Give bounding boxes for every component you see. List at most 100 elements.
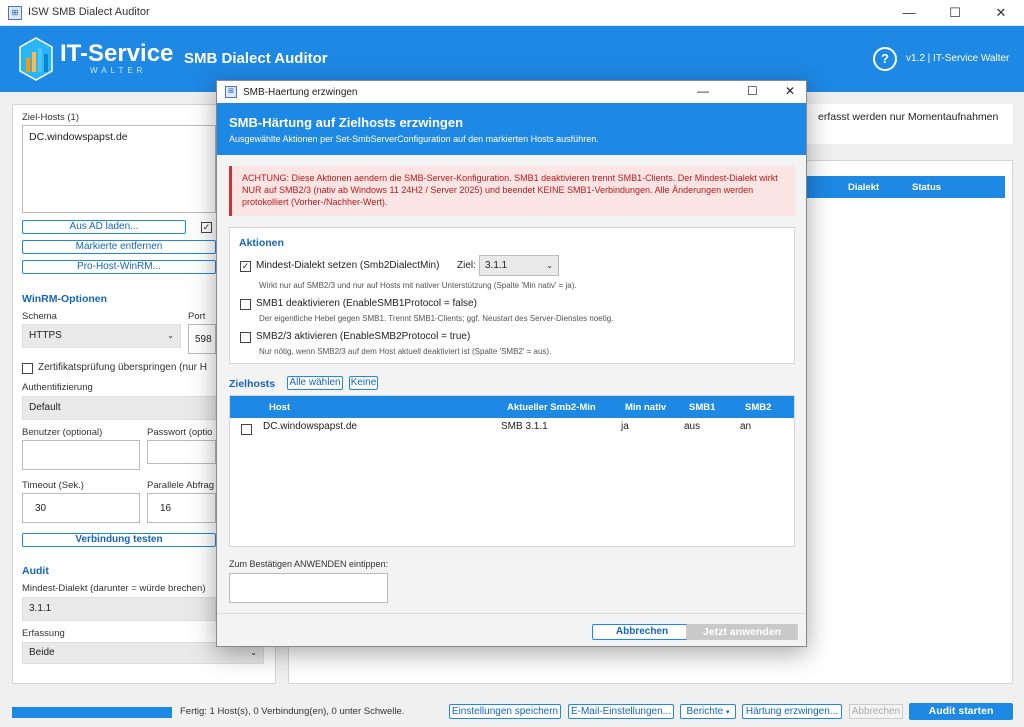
- chevron-down-icon: ⌄: [167, 331, 174, 340]
- parallel-label: Parallele Abfrag: [147, 480, 215, 491]
- action-smb2-enable-checkbox[interactable]: [240, 332, 251, 343]
- app-title: SMB Dialect Auditor: [184, 50, 328, 67]
- row-host: DC.windowspapst.de: [263, 421, 357, 432]
- target-dialect-select[interactable]: 3.1.1 ⌄: [479, 255, 559, 276]
- progress-bar: [12, 707, 172, 718]
- results-header: [807, 176, 1005, 198]
- password-field[interactable]: [147, 440, 216, 464]
- help-icon[interactable]: ?: [873, 47, 897, 71]
- row-current-min: SMB 3.1.1: [501, 421, 548, 432]
- action-smb2-enable-hint: Nur nötig, wenn SMB2/3 auf dem Host aktu…: [259, 347, 552, 356]
- dialog-titlebar: ⊞ SMB-Haertung erzwingen — ☐ ✕: [217, 81, 806, 103]
- dialog-header: SMB-Härtung auf Zielhosts erzwingen Ausg…: [217, 103, 806, 155]
- schema-select[interactable]: HTTPS ⌄: [22, 324, 181, 348]
- col-min-native[interactable]: Min nativ: [625, 402, 666, 413]
- dialog-app-icon: ⊞: [225, 86, 237, 98]
- row-min-native: ja: [621, 421, 629, 432]
- status-text: Fertig: 1 Host(s), 0 Verbindung(en), 0 u…: [180, 706, 405, 717]
- action-min-dialect-hint: Wirkt nur auf SMB2/3 und nur auf Hosts m…: [259, 281, 577, 290]
- version-label: v1.2 | IT-Service Walter: [906, 53, 1010, 64]
- port-label: Port: [188, 311, 206, 322]
- cert-skip-label: Zertifikatsprüfung überspringen (nur H: [38, 362, 207, 373]
- per-host-winrm-button[interactable]: Pro-Host-WinRM...: [22, 260, 216, 274]
- logo-text: IT-Service: [60, 40, 174, 67]
- reports-button[interactable]: Berichte ▾: [680, 704, 736, 719]
- winrm-options-title: WinRM-Optionen: [22, 293, 108, 305]
- action-smb1-disable-hint: Der eigentliche Hebel gegen SMB1. Trennt…: [259, 314, 614, 323]
- timeout-field[interactable]: 30: [22, 493, 140, 523]
- logo-subtext: WALTER: [90, 66, 147, 75]
- auth-label: Authentifizierung: [22, 382, 93, 393]
- window-titlebar: ⊞ ISW SMB Dialect Auditor — ☐ ✕: [0, 0, 1024, 26]
- row-checkbox[interactable]: [241, 424, 252, 435]
- user-field[interactable]: [22, 440, 140, 470]
- capture-label: Erfassung: [22, 628, 65, 639]
- actions-panel: [229, 227, 795, 364]
- audit-title: Audit: [22, 565, 49, 577]
- select-none-button[interactable]: Keine: [349, 376, 378, 390]
- password-label: Passwort (optio: [147, 427, 213, 438]
- load-from-ad-button[interactable]: Aus AD laden...: [22, 220, 186, 234]
- user-label: Benutzer (optional): [22, 427, 103, 438]
- confirm-label: Zum Bestätigen ANWENDEN eintippen:: [229, 559, 389, 569]
- action-min-dialect-label: Mindest-Dialekt setzen (Smb2DialectMin): [256, 260, 440, 271]
- timeout-label: Timeout (Sek.): [22, 480, 84, 491]
- min-dialect-select[interactable]: 3.1.1: [22, 597, 216, 621]
- action-smb1-disable-checkbox[interactable]: [240, 299, 251, 310]
- dialog-cancel-button[interactable]: Abbrechen: [592, 624, 692, 640]
- hosts-label: Ziel-Hosts (1): [22, 112, 80, 123]
- action-smb2-enable-label: SMB2/3 aktivieren (EnableSMB2Protocol = …: [256, 331, 471, 342]
- schema-value: HTTPS: [29, 330, 62, 341]
- target-hosts-title: Zielhosts: [229, 378, 276, 390]
- hardening-dialog: ⊞ SMB-Haertung erzwingen — ☐ ✕ SMB-Härtu…: [216, 80, 807, 647]
- email-settings-button[interactable]: E-Mail-Einstellungen...: [568, 704, 674, 719]
- confirm-input[interactable]: [229, 573, 388, 603]
- col-smb1[interactable]: SMB1: [689, 402, 715, 413]
- port-field[interactable]: 598: [188, 324, 216, 354]
- dialog-minimize-icon[interactable]: —: [697, 84, 709, 98]
- app-icon: ⊞: [8, 6, 22, 20]
- min-dialect-label: Mindest-Dialekt (darunter = würde breche…: [22, 583, 206, 594]
- close-icon[interactable]: ✕: [978, 0, 1024, 26]
- target-label: Ziel:: [457, 260, 476, 271]
- capture-value: Beide: [29, 647, 55, 658]
- col-smb2[interactable]: SMB2: [745, 402, 771, 413]
- dropdown-arrow-icon: ▾: [725, 709, 730, 716]
- select-all-button[interactable]: Alle wählen: [287, 376, 343, 390]
- action-min-dialect-checkbox[interactable]: ✓: [240, 261, 251, 272]
- minimize-icon[interactable]: —: [886, 0, 932, 26]
- maximize-icon[interactable]: ☐: [932, 0, 978, 26]
- cert-skip-checkbox[interactable]: [22, 363, 33, 374]
- actions-title: Aktionen: [239, 237, 284, 249]
- dialog-subheading: Ausgewählte Aktionen per Set-SmbServerCo…: [229, 134, 599, 144]
- col-current-min[interactable]: Aktueller Smb2-Min: [507, 402, 596, 413]
- parallel-field[interactable]: 16: [147, 493, 216, 523]
- dialog-divider: [217, 613, 806, 614]
- hosts-list[interactable]: DC.windowspapst.de: [22, 125, 216, 213]
- dialog-maximize-icon[interactable]: ☐: [747, 84, 758, 98]
- dialog-close-icon[interactable]: ✕: [785, 84, 795, 98]
- enforce-hardening-button[interactable]: Härtung erzwingen...: [742, 704, 842, 719]
- apply-now-button[interactable]: Jetzt anwenden: [686, 624, 798, 640]
- auth-select[interactable]: Default: [22, 396, 216, 420]
- save-settings-button[interactable]: Einstellungen speichern: [449, 704, 561, 719]
- col-host[interactable]: Host: [269, 402, 290, 413]
- col-status[interactable]: Status: [912, 182, 941, 193]
- reports-label: Berichte: [686, 706, 724, 717]
- action-smb1-disable-label: SMB1 deaktivieren (EnableSMB1Protocol = …: [256, 298, 477, 309]
- test-connection-button[interactable]: Verbindung testen: [22, 533, 216, 547]
- cancel-button[interactable]: Abbrechen: [849, 704, 903, 719]
- schema-label: Schema: [22, 311, 57, 322]
- info-text: erfasst werden nur Momentaufnahmen: [818, 111, 999, 123]
- target-dialect-value: 3.1.1: [485, 260, 508, 271]
- info-strip: [807, 104, 1013, 144]
- start-audit-button[interactable]: Audit starten: [909, 703, 1013, 720]
- remove-selected-button[interactable]: Markierte entfernen: [22, 240, 216, 254]
- dialog-heading: SMB-Härtung auf Zielhosts erzwingen: [229, 115, 464, 130]
- col-dialect[interactable]: Dialekt: [848, 182, 879, 193]
- dialog-title: SMB-Haertung erzwingen: [243, 87, 358, 98]
- select-checkbox[interactable]: ✓: [201, 222, 212, 233]
- chevron-down-icon: ⌄: [546, 261, 553, 270]
- row-smb2: an: [740, 421, 752, 432]
- warning-banner: ACHTUNG: Diese Aktionen aendern die SMB-…: [229, 166, 795, 216]
